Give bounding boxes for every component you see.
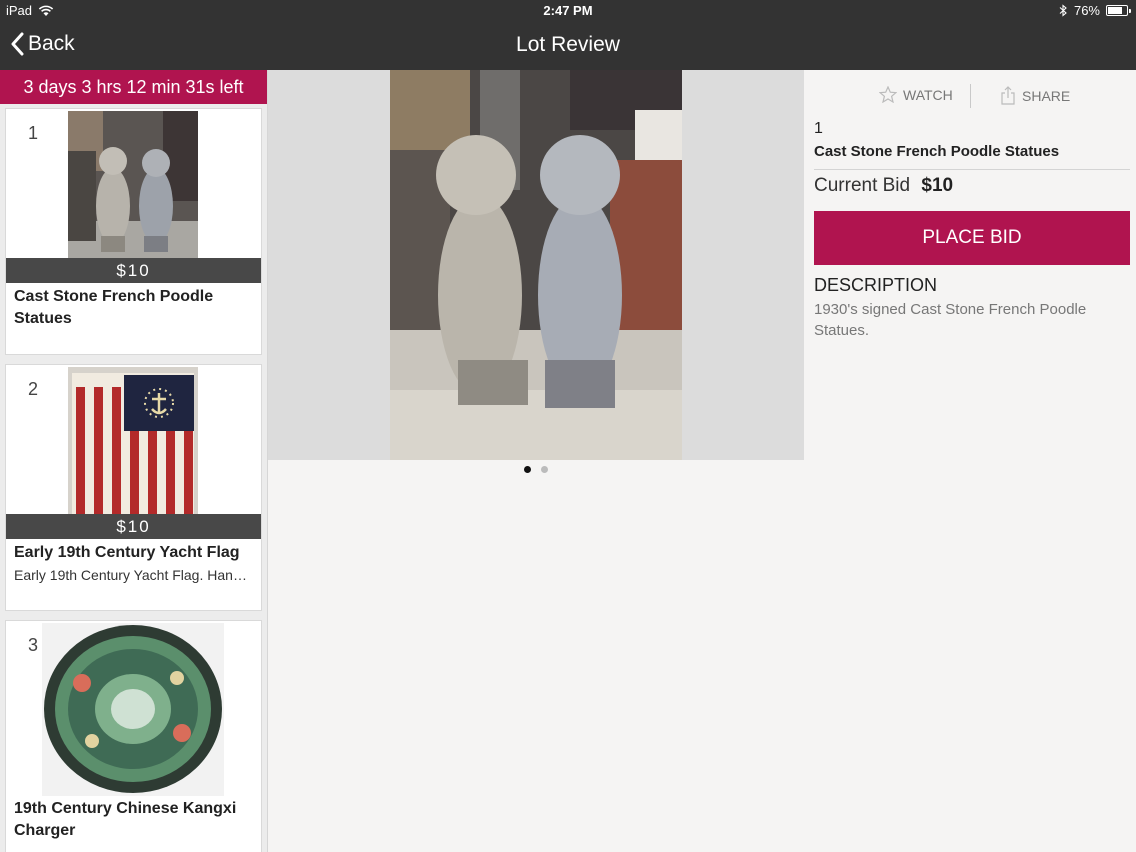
lot-title: Cast Stone French Poodle Statues [814, 143, 1060, 160]
lot-price: $10 [6, 514, 261, 539]
lot-thumbnail-poodles [68, 111, 198, 258]
lot-number: 3 [28, 635, 39, 655]
lot-detail-panel: WATCH SHARE 1 Cast Stone French Poodle S… [804, 70, 1136, 852]
lot-card-2[interactable]: 2 $10 Early 19th Century Yacht Flag Earl… [5, 364, 262, 611]
lot-number: 1 [814, 120, 823, 137]
lot-title: Early 19th Century Yacht Flag [14, 544, 240, 561]
current-bid: Current Bid $10 [814, 175, 953, 197]
battery-percent: 76% [1073, 3, 1100, 18]
watch-button[interactable]: WATCH [879, 86, 953, 103]
gallery-page-indicator[interactable] [268, 466, 804, 473]
lot-number: 1 [28, 123, 39, 143]
divider [814, 169, 1130, 170]
lot-number: 2 [28, 379, 39, 399]
share-label: SHARE [1022, 87, 1071, 104]
page-dot-active[interactable] [524, 466, 531, 473]
lot-description: Early 19th Century Yacht Flag. Hand sewn [14, 567, 253, 583]
lot-main-photo [390, 70, 682, 460]
top-bar: iPad 2:47 PM 76% Back Lot Review [0, 0, 1136, 70]
current-bid-label: Current Bid [814, 175, 911, 196]
status-bar: iPad 2:47 PM 76% [0, 0, 1136, 22]
watch-label: WATCH [903, 86, 953, 103]
page-title: Lot Review [516, 33, 620, 56]
lot-list-sidebar[interactable]: 3 days 3 hrs 12 min 31s left 1 $10 Cast … [0, 70, 268, 852]
lot-card-1[interactable]: 1 $10 Cast Stone French Poodle Statues [5, 108, 262, 355]
lot-thumbnail-flag [68, 367, 198, 514]
action-bar: WATCH SHARE [804, 84, 1136, 108]
status-right: 76% [1059, 3, 1131, 18]
lot-image-gallery[interactable] [268, 70, 804, 460]
share-button[interactable]: SHARE [1000, 86, 1070, 105]
status-time: 2:47 PM [543, 3, 593, 18]
lot-thumbnail-charger [42, 623, 224, 796]
lot-title: 19th Century Chinese Kangxi Charger [14, 800, 237, 839]
lot-title: Cast Stone French Poodle Statues [14, 288, 214, 327]
share-icon [1001, 86, 1015, 105]
current-bid-value: $10 [921, 175, 954, 196]
battery-fill [1108, 7, 1122, 14]
page-dot[interactable] [541, 466, 548, 473]
bluetooth-icon [1059, 4, 1067, 17]
lot-card-3[interactable]: 3 19th Century Chinese Kangxi Charger [5, 620, 262, 852]
time-remaining-banner: 3 days 3 hrs 12 min 31s left [0, 70, 267, 104]
battery-icon [1106, 5, 1131, 16]
star-icon [879, 86, 897, 103]
description-heading: DESCRIPTION [814, 275, 938, 295]
place-bid-button[interactable]: PLACE BID [814, 211, 1130, 265]
lot-price: $10 [6, 258, 261, 283]
action-divider [970, 84, 971, 108]
description-text: 1930's signed Cast Stone French Poodle S… [814, 301, 1087, 339]
